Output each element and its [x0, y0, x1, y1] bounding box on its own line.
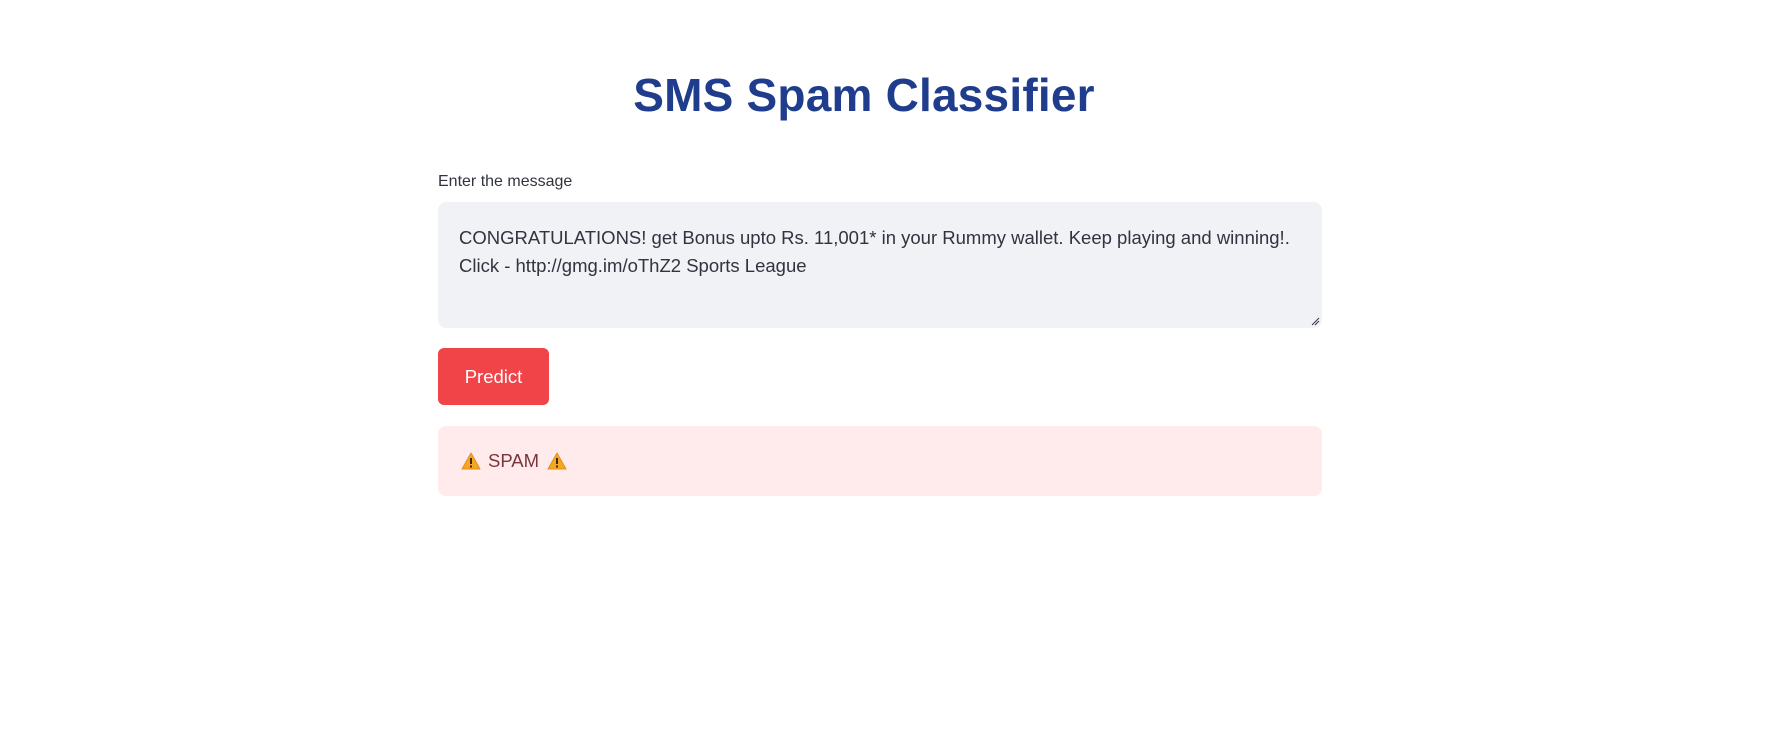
message-textarea[interactable]: CONGRATULATIONS! get Bonus upto Rs. 11,0… [438, 202, 1322, 328]
predict-button[interactable]: Predict [438, 348, 549, 405]
spam-result-alert: SPAM [438, 426, 1322, 496]
app-page: SMS Spam Classifier Enter the message CO… [0, 0, 1788, 748]
warning-icon [547, 452, 567, 470]
result-label: SPAM [488, 450, 540, 471]
warning-icon [461, 452, 481, 470]
resize-handle-icon[interactable] [1310, 316, 1320, 326]
page-title: SMS Spam Classifier [633, 69, 1095, 121]
message-textarea-value[interactable]: CONGRATULATIONS! get Bonus upto Rs. 11,0… [459, 224, 1292, 280]
message-field-label: Enter the message [438, 173, 573, 190]
